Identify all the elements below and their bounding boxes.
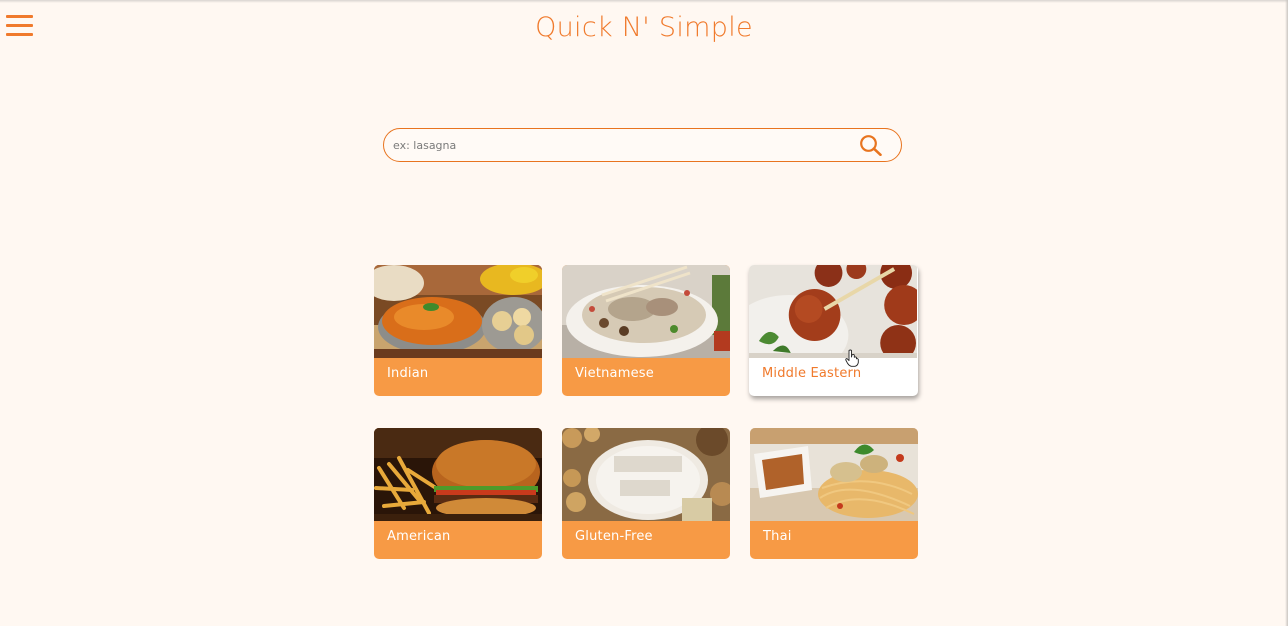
category-label: Middle Eastern: [762, 366, 862, 381]
category-card-thai[interactable]: Thai: [750, 428, 918, 559]
category-label: Gluten-Free: [575, 529, 653, 544]
category-card-american[interactable]: American: [374, 428, 542, 559]
category-card-indian[interactable]: Indian: [374, 265, 542, 396]
category-label: Vietnamese: [575, 366, 654, 381]
gluten-free-food-image: [562, 428, 730, 521]
category-label: Indian: [387, 366, 429, 381]
site-title: Quick N' Simple: [535, 12, 753, 43]
search-bar: [383, 128, 902, 162]
middle-eastern-food-image: [749, 265, 917, 358]
search-button[interactable]: [859, 134, 883, 157]
category-card-vietnamese[interactable]: Vietnamese: [562, 265, 730, 396]
category-card-middle-eastern[interactable]: Middle Eastern: [749, 265, 918, 396]
search-input[interactable]: [393, 135, 843, 155]
category-card-gluten-free[interactable]: Gluten-Free: [562, 428, 730, 559]
american-food-image: [374, 428, 542, 521]
thai-food-image: [750, 428, 918, 521]
vietnamese-food-image: [562, 265, 730, 358]
category-label: American: [387, 529, 451, 544]
search-icon: [860, 135, 882, 157]
indian-food-image: [374, 265, 542, 358]
category-label: Thai: [763, 529, 792, 544]
top-shadow: [0, 0, 1288, 3]
hand-cursor-icon: [845, 349, 859, 367]
